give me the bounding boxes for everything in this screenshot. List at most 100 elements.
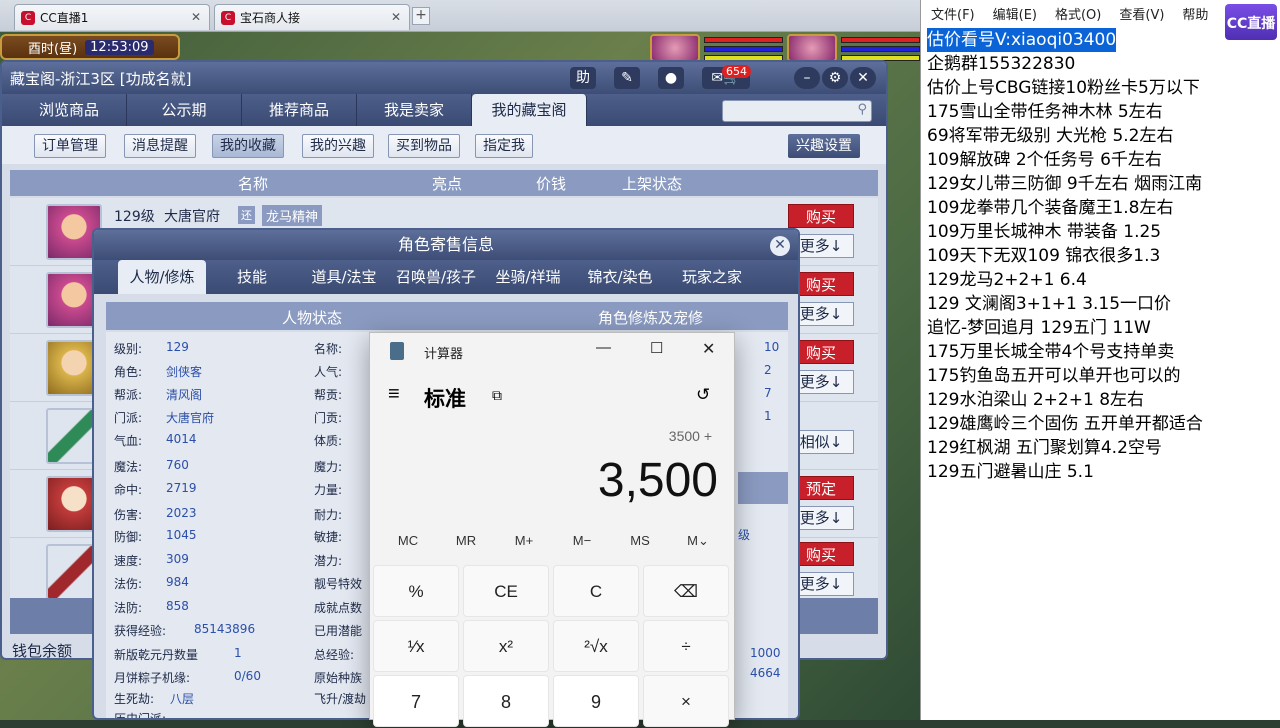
- stat-value: 4014: [166, 432, 197, 446]
- text-line: 估价看号V:xiaoqi03400: [927, 28, 1117, 52]
- close-icon[interactable]: ✕: [850, 67, 876, 89]
- pet-portrait[interactable]: [650, 34, 700, 62]
- cultivation-value: 1000: [750, 646, 781, 660]
- stat-label: 力量:: [314, 483, 343, 497]
- multiply-key[interactable]: ×: [643, 675, 729, 727]
- backspace-key[interactable]: ⌫: [643, 565, 729, 617]
- stat-value: 清风阁: [166, 388, 203, 402]
- assigned-to-me-button[interactable]: 指定我: [475, 134, 533, 158]
- column-listing-status: 上架状态: [622, 175, 683, 193]
- stat-label: 飞升/渡劫: [314, 692, 367, 706]
- search-icon[interactable]: ⚲: [857, 102, 867, 117]
- settings-gear-icon[interactable]: ⚙: [822, 67, 848, 89]
- memory-add-button[interactable]: M+: [502, 533, 546, 557]
- square-root-key[interactable]: ²√x: [553, 620, 639, 672]
- digit-9-key[interactable]: 9: [553, 675, 639, 727]
- text-line: 109解放碑 2个任务号 6千左右: [927, 150, 1162, 170]
- tab-character[interactable]: 人物/修炼: [118, 260, 206, 294]
- browser-tab-gem-merchant[interactable]: C 宝石商人接 ✕: [214, 4, 410, 30]
- percent-key[interactable]: %: [373, 565, 459, 617]
- clear-key[interactable]: C: [553, 565, 639, 617]
- menu-format[interactable]: 格式(O): [1055, 4, 1101, 24]
- item-tag: 龙马精神: [262, 205, 323, 226]
- stat-label: 帮贡:: [314, 388, 343, 402]
- dialog-tabs: 人物/修炼 技能 道具/法宝 召唤兽/孩子 坐骑/祥瑞 锦衣/染色 玩家之家: [94, 260, 798, 294]
- stat-label: 成就点数: [314, 601, 363, 615]
- section-character-status: 人物状态: [282, 309, 343, 327]
- notepad-text[interactable]: 估价看号V:xiaoqi03400 企鹅群155322830 估价上号CBG链接…: [927, 28, 1277, 484]
- record-icon[interactable]: ●: [658, 67, 684, 89]
- game-time-bar: 酉时(昼) 12:53:09: [0, 34, 180, 60]
- tab-skills[interactable]: 技能: [206, 260, 298, 294]
- stat-value: 0/60: [234, 669, 261, 683]
- history-icon[interactable]: ↺: [696, 385, 710, 405]
- section-header: [738, 472, 788, 504]
- minimize-icon[interactable]: –: [794, 67, 820, 89]
- tab-player-home[interactable]: 玩家之家: [666, 260, 758, 294]
- close-tab-icon[interactable]: ✕: [391, 10, 401, 24]
- menu-help[interactable]: 帮助: [1182, 4, 1208, 24]
- tab-summons[interactable]: 召唤兽/孩子: [390, 260, 482, 294]
- keypad: % CE C ⌫ ¹⁄x x² ²√x ÷ 7 8 9 ×: [373, 565, 733, 727]
- table-header: 名称 亮点 价钱 上架状态: [10, 170, 878, 196]
- tab-recommended[interactable]: 推荐商品: [242, 94, 357, 126]
- stat-value: 984: [166, 575, 189, 589]
- menu-file[interactable]: 文件(F): [931, 4, 975, 24]
- memory-list-button[interactable]: M⌄: [676, 533, 720, 557]
- player-portrait[interactable]: [787, 34, 837, 62]
- digit-8-key[interactable]: 8: [463, 675, 549, 727]
- tab-public-period[interactable]: 公示期: [127, 94, 242, 126]
- result-display: 3,500: [597, 454, 718, 507]
- stat-label: 速度:: [114, 554, 143, 568]
- buy-button[interactable]: 购买: [788, 204, 854, 228]
- clear-entry-key[interactable]: CE: [463, 565, 549, 617]
- maximize-icon[interactable]: ☐: [650, 339, 663, 357]
- square-key[interactable]: x²: [463, 620, 549, 672]
- text-line: 追忆-梦回追月 129五门 11W: [927, 318, 1151, 338]
- text-line: 129女儿带三防御 9千左右 烟雨江南: [927, 174, 1203, 194]
- tab-my-market[interactable]: 我的藏宝阁: [472, 94, 587, 126]
- memory-store-button[interactable]: MS: [618, 533, 662, 557]
- close-tab-icon[interactable]: ✕: [191, 10, 201, 24]
- expression-display: 3500 +: [668, 428, 712, 444]
- stat-value: 1045: [166, 528, 197, 542]
- reciprocal-key[interactable]: ¹⁄x: [373, 620, 459, 672]
- minimize-icon[interactable]: —: [596, 339, 611, 356]
- memory-clear-button[interactable]: MC: [386, 533, 430, 557]
- keep-on-top-icon[interactable]: ⧉: [492, 387, 502, 404]
- calculator-titlebar: 计算器 — ☐ ✕: [370, 333, 734, 369]
- memory-subtract-button[interactable]: M−: [560, 533, 604, 557]
- text-line: 129红枫湖 五门聚划算4.2空号: [927, 438, 1162, 458]
- tab-items[interactable]: 道具/法宝: [298, 260, 390, 294]
- divide-key[interactable]: ÷: [643, 620, 729, 672]
- browser-tab-bar: C CC直播1 ✕ C 宝石商人接 ✕ +: [0, 0, 920, 32]
- purchased-items-button[interactable]: 买到物品: [388, 134, 460, 158]
- tab-browse[interactable]: 浏览商品: [12, 94, 127, 126]
- text-line: 69将军带无级别 大光枪 5.2左右: [927, 126, 1174, 146]
- help-button[interactable]: 助: [570, 67, 596, 89]
- tab-mounts[interactable]: 坐骑/祥瑞: [482, 260, 574, 294]
- interest-settings-button[interactable]: 兴趣设置: [788, 134, 860, 158]
- tab-outfits[interactable]: 锦衣/染色: [574, 260, 666, 294]
- search-input[interactable]: ⚲: [722, 100, 872, 122]
- tab-seller[interactable]: 我是卖家: [357, 94, 472, 126]
- hamburger-menu-icon[interactable]: ≡: [388, 383, 400, 406]
- order-management-button[interactable]: 订单管理: [34, 134, 106, 158]
- edit-icon[interactable]: ✎: [614, 67, 640, 89]
- browser-tab-cc-live[interactable]: C CC直播1 ✕: [14, 4, 210, 30]
- dialog-title: 角色寄售信息: [94, 230, 798, 260]
- my-interests-button[interactable]: 我的兴趣: [302, 134, 374, 158]
- message-reminder-button[interactable]: 消息提醒: [124, 134, 196, 158]
- cultivation-value: 1: [764, 409, 772, 423]
- menu-edit[interactable]: 编辑(E): [993, 4, 1037, 24]
- my-favorites-button[interactable]: 我的收藏: [212, 134, 284, 158]
- close-icon[interactable]: ✕: [702, 339, 715, 359]
- stat-value: 剑侠客: [166, 365, 203, 379]
- stat-label: 伤害:: [114, 508, 143, 522]
- digit-7-key[interactable]: 7: [373, 675, 459, 727]
- menu-view[interactable]: 查看(V): [1119, 4, 1164, 24]
- text-line: 129龙马2+2+1 6.4: [927, 270, 1087, 290]
- memory-recall-button[interactable]: MR: [444, 533, 488, 557]
- close-icon[interactable]: ✕: [770, 236, 790, 256]
- new-tab-button[interactable]: +: [412, 7, 430, 25]
